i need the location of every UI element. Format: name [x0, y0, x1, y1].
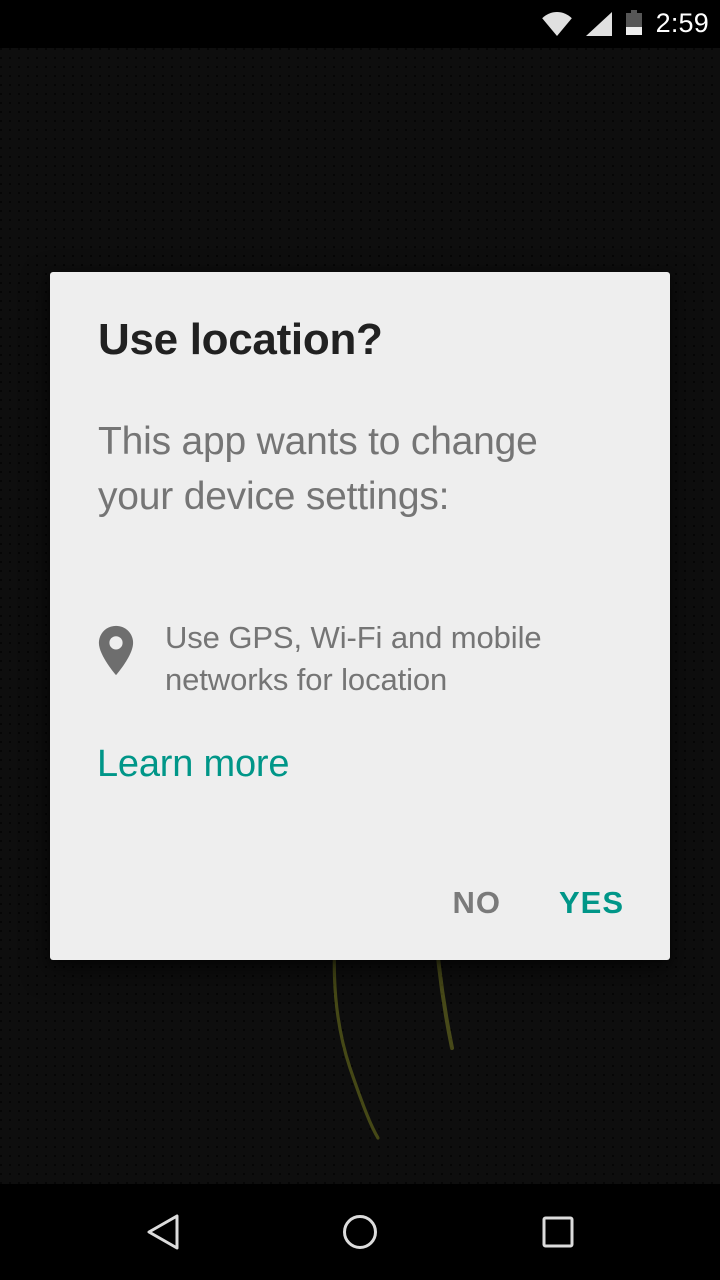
back-triangle-icon — [147, 1214, 179, 1250]
permission-row: Use GPS, Wi-Fi and mobile networks for l… — [98, 617, 643, 701]
navigation-bar — [0, 1184, 720, 1280]
permission-description: Use GPS, Wi-Fi and mobile networks for l… — [165, 620, 542, 697]
dialog-action-bar: NO YES — [436, 875, 640, 930]
wifi-icon — [541, 12, 572, 36]
cellular-signal-icon — [585, 12, 612, 36]
back-button[interactable] — [88, 1184, 238, 1280]
learn-more-link[interactable]: Learn more — [97, 745, 290, 783]
location-pin-icon — [98, 625, 134, 676]
dialog-title: Use location? — [98, 315, 383, 364]
location-permission-dialog: Use location? This app wants to change y… — [50, 272, 670, 960]
status-bar-clock: 2:59 — [655, 7, 709, 38]
recents-square-icon — [542, 1216, 574, 1248]
no-button[interactable]: NO — [436, 875, 517, 930]
android-screen: 2:59 Use location? This app wants to cha… — [0, 0, 720, 1280]
status-bar: 2:59 — [0, 0, 720, 48]
yes-button[interactable]: YES — [543, 875, 640, 930]
home-button[interactable] — [285, 1184, 435, 1280]
battery-icon — [625, 10, 642, 35]
home-circle-icon — [343, 1215, 377, 1249]
recents-button[interactable] — [483, 1184, 633, 1280]
dialog-message: This app wants to change your device set… — [98, 420, 538, 518]
status-bar-icons — [541, 10, 643, 38]
